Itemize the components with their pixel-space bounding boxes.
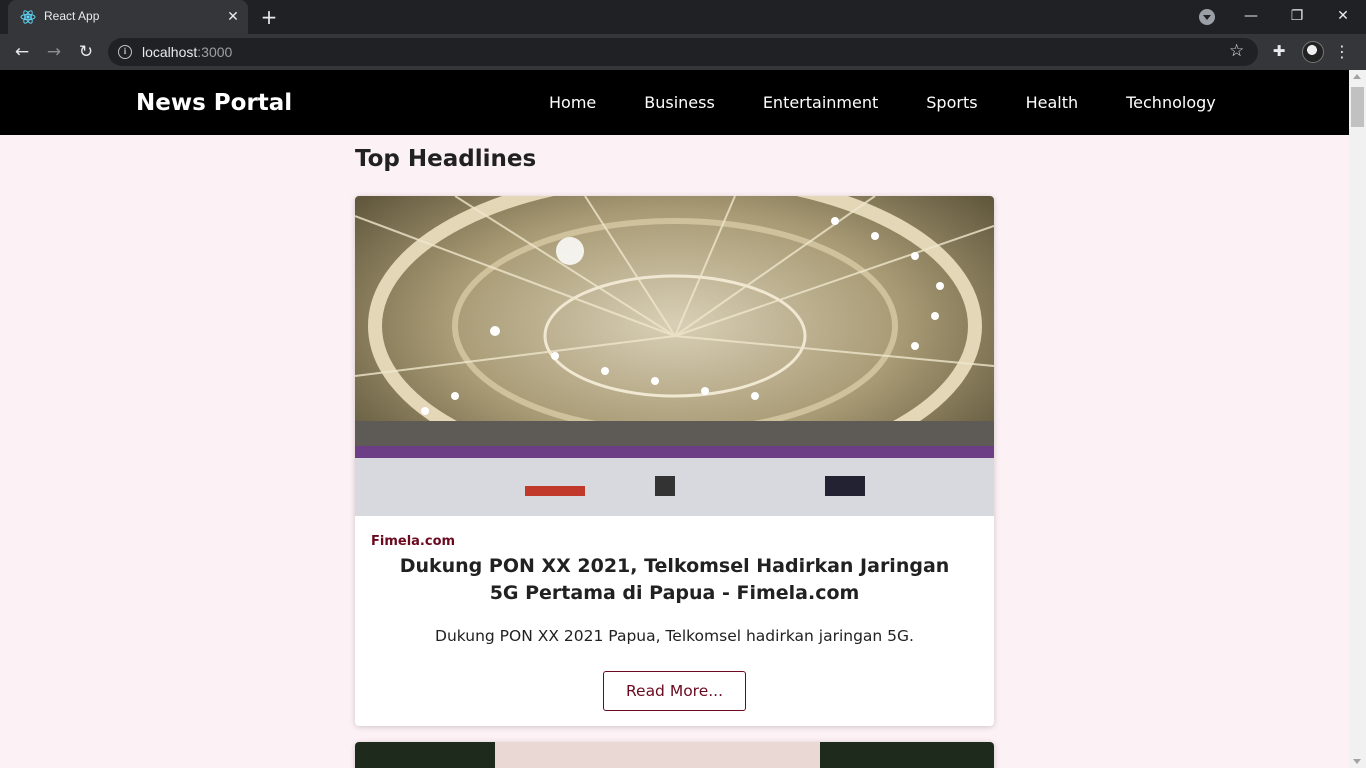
site-brand[interactable]: News Portal: [136, 90, 292, 116]
article-image: [355, 742, 994, 768]
site-navbar: News Portal Home Business Entertainment …: [0, 70, 1349, 135]
arrow-right-icon[interactable]: →: [42, 40, 66, 64]
article-source: Fimela.com: [371, 534, 456, 549]
url-port: :3000: [197, 44, 233, 60]
nav-link-entertainment[interactable]: Entertainment: [763, 93, 878, 112]
page-viewport: News Portal Home Business Entertainment …: [0, 70, 1349, 768]
article-description: Dukung PON XX 2021 Papua, Telkomsel hadi…: [435, 627, 914, 645]
nav-link-home[interactable]: Home: [549, 93, 596, 112]
nav-link-technology[interactable]: Technology: [1126, 93, 1216, 112]
nav-link-health[interactable]: Health: [1026, 93, 1079, 112]
article-image: [355, 196, 994, 516]
reload-icon[interactable]: ↻: [74, 40, 98, 64]
close-tab-icon[interactable]: ✕: [224, 8, 242, 26]
article-title: Dukung PON XX 2021, Telkomsel Hadirkan J…: [399, 555, 950, 604]
browser-tab-strip: React App ✕ + — ❐ ✕: [0, 0, 1366, 34]
scroll-down-icon[interactable]: [1353, 759, 1361, 764]
url-text[interactable]: localhost:3000: [142, 44, 232, 60]
tab-search-icon[interactable]: [1199, 9, 1215, 25]
nav-link-sports[interactable]: Sports: [926, 93, 977, 112]
nav-link-business[interactable]: Business: [644, 93, 715, 112]
address-bar[interactable]: i localhost:3000 ☆: [108, 38, 1258, 66]
react-logo-icon: [20, 9, 36, 25]
restore-icon[interactable]: ❐: [1285, 4, 1309, 28]
read-more-button[interactable]: Read More...: [603, 671, 746, 711]
scroll-up-icon[interactable]: [1353, 74, 1361, 79]
page-title: Top Headlines: [355, 146, 537, 172]
arrow-left-icon[interactable]: ←: [10, 40, 34, 64]
url-host: localhost: [142, 44, 198, 60]
minimize-icon[interactable]: —: [1239, 4, 1263, 28]
scroll-thumb[interactable]: [1351, 87, 1364, 127]
news-card: [355, 742, 994, 768]
nav-links: Home Business Entertainment Sports Healt…: [549, 93, 1216, 112]
new-tab-icon[interactable]: +: [258, 6, 280, 28]
tab-title: React App: [44, 9, 100, 23]
close-window-icon[interactable]: ✕: [1331, 4, 1355, 28]
browser-toolbar: ← → ↻ i localhost:3000 ☆ ✚ ⋮: [0, 34, 1366, 70]
info-icon[interactable]: i: [118, 45, 132, 59]
browser-tab[interactable]: React App ✕: [8, 0, 248, 34]
news-card: Fimela.com Dukung PON XX 2021, Telkomsel…: [355, 196, 994, 726]
puzzle-icon[interactable]: ✚: [1270, 42, 1288, 60]
kebab-menu-icon[interactable]: ⋮: [1334, 40, 1350, 64]
avatar[interactable]: [1302, 41, 1324, 63]
page-scrollbar[interactable]: [1349, 70, 1366, 768]
star-icon[interactable]: ☆: [1229, 41, 1244, 61]
